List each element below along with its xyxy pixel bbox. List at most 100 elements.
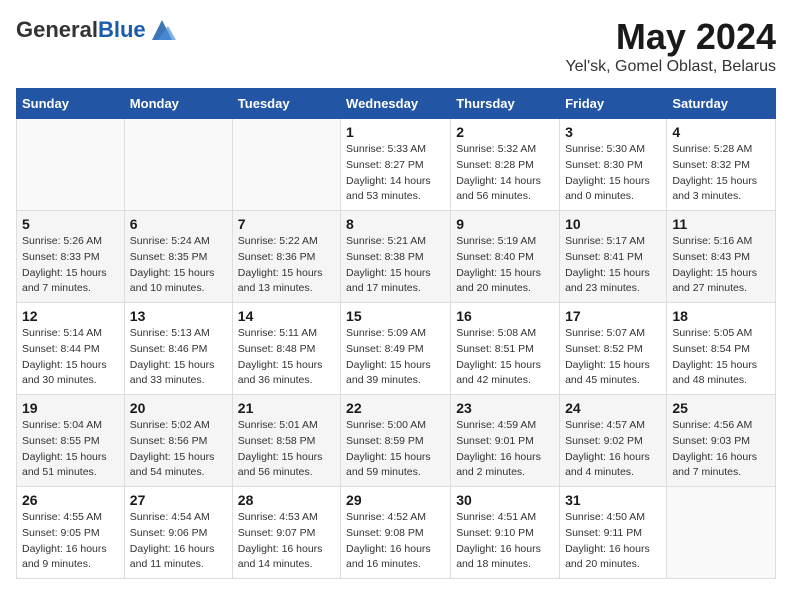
cell-date: 19 <box>22 400 119 416</box>
col-thursday: Thursday <box>451 89 560 119</box>
header-row: Sunday Monday Tuesday Wednesday Thursday… <box>17 89 776 119</box>
logo-blue: Blue <box>98 17 146 42</box>
cell-info: Sunrise: 5:00 AMSunset: 8:59 PMDaylight:… <box>346 418 445 481</box>
cell-date: 18 <box>672 308 770 324</box>
cell-info: Sunrise: 4:52 AMSunset: 9:08 PMDaylight:… <box>346 510 445 573</box>
cell-date: 29 <box>346 492 445 508</box>
calendar-cell: 26 Sunrise: 4:55 AMSunset: 9:05 PMDayligh… <box>17 487 125 579</box>
logo-icon <box>148 16 176 44</box>
calendar-cell: 9Sunrise: 5:19 AMSunset: 8:40 PMDaylight… <box>451 211 560 303</box>
cell-date: 5 <box>22 216 119 232</box>
calendar-cell: 29 Sunrise: 4:52 AMSunset: 9:08 PMDayligh… <box>341 487 451 579</box>
cell-info: Sunrise: 5:26 AMSunset: 8:33 PMDaylight:… <box>22 234 119 297</box>
cell-info: Sunrise: 5:19 AMSunset: 8:40 PMDaylight:… <box>456 234 554 297</box>
calendar-cell: 10 Sunrise: 5:17 AMSunset: 8:41 PMDayligh… <box>560 211 667 303</box>
cell-date: 6 <box>130 216 227 232</box>
calendar-cell: 1Sunrise: 5:33 AMSunset: 8:27 PMDaylight… <box>341 119 451 211</box>
cell-info: Sunrise: 4:55 AMSunset: 9:05 PMDaylight:… <box>22 510 119 573</box>
cell-info: Sunrise: 5:28 AMSunset: 8:32 PMDaylight:… <box>672 142 770 205</box>
calendar-cell: 22 Sunrise: 5:00 AMSunset: 8:59 PMDayligh… <box>341 395 451 487</box>
col-sunday: Sunday <box>17 89 125 119</box>
cell-date: 23 <box>456 400 554 416</box>
cell-date: 31 <box>565 492 661 508</box>
calendar-cell: 13Sunrise: 5:13 AMSunset: 8:46 PMDayligh… <box>124 303 232 395</box>
calendar-cell: 30 Sunrise: 4:51 AMSunset: 9:10 PMDayligh… <box>451 487 560 579</box>
logo-general: General <box>16 17 98 42</box>
cell-info: Sunrise: 5:02 AMSunset: 8:56 PMDaylight:… <box>130 418 227 481</box>
cell-info: Sunrise: 5:16 AMSunset: 8:43 PMDaylight:… <box>672 234 770 297</box>
cell-date: 17 <box>565 308 661 324</box>
page-header: GeneralBlue May 2024 Yel'sk, Gomel Oblas… <box>16 16 776 76</box>
cell-date: 24 <box>565 400 661 416</box>
calendar-cell: 12 Sunrise: 5:14 AMSunset: 8:44 PMDayligh… <box>17 303 125 395</box>
cell-info: Sunrise: 4:57 AMSunset: 9:02 PMDaylight:… <box>565 418 661 481</box>
cell-info: Sunrise: 4:54 AMSunset: 9:06 PMDaylight:… <box>130 510 227 573</box>
calendar-cell: 23Sunrise: 4:59 AMSunset: 9:01 PMDayligh… <box>451 395 560 487</box>
calendar-header: Sunday Monday Tuesday Wednesday Thursday… <box>17 89 776 119</box>
cell-date: 3 <box>565 124 661 140</box>
cell-info: Sunrise: 4:51 AMSunset: 9:10 PMDaylight:… <box>456 510 554 573</box>
cell-date: 20 <box>130 400 227 416</box>
calendar-cell: 27 Sunrise: 4:54 AMSunset: 9:06 PMDayligh… <box>124 487 232 579</box>
cell-date: 10 <box>565 216 661 232</box>
cell-date: 13 <box>130 308 227 324</box>
cell-date: 30 <box>456 492 554 508</box>
cell-info: Sunrise: 5:08 AMSunset: 8:51 PMDaylight:… <box>456 326 554 389</box>
col-friday: Friday <box>560 89 667 119</box>
col-tuesday: Tuesday <box>232 89 340 119</box>
cell-info: Sunrise: 5:17 AMSunset: 8:41 PMDaylight:… <box>565 234 661 297</box>
calendar-cell <box>124 119 232 211</box>
cell-date: 26 <box>22 492 119 508</box>
cell-date: 25 <box>672 400 770 416</box>
cell-date: 15 <box>346 308 445 324</box>
cell-date: 2 <box>456 124 554 140</box>
col-wednesday: Wednesday <box>341 89 451 119</box>
col-monday: Monday <box>124 89 232 119</box>
cell-info: Sunrise: 5:11 AMSunset: 8:48 PMDaylight:… <box>238 326 335 389</box>
cell-info: Sunrise: 5:22 AMSunset: 8:36 PMDaylight:… <box>238 234 335 297</box>
calendar-cell: 8Sunrise: 5:21 AMSunset: 8:38 PMDaylight… <box>341 211 451 303</box>
cell-date: 28 <box>238 492 335 508</box>
cell-info: Sunrise: 5:09 AMSunset: 8:49 PMDaylight:… <box>346 326 445 389</box>
calendar-cell: 7 Sunrise: 5:22 AMSunset: 8:36 PMDaylight… <box>232 211 340 303</box>
calendar-cell: 5 Sunrise: 5:26 AMSunset: 8:33 PMDaylight… <box>17 211 125 303</box>
calendar-cell: 14 Sunrise: 5:11 AMSunset: 8:48 PMDayligh… <box>232 303 340 395</box>
subtitle: Yel'sk, Gomel Oblast, Belarus <box>565 58 776 76</box>
calendar-cell: 20 Sunrise: 5:02 AMSunset: 8:56 PMDayligh… <box>124 395 232 487</box>
calendar-cell: 17Sunrise: 5:07 AMSunset: 8:52 PMDayligh… <box>560 303 667 395</box>
cell-info: Sunrise: 5:24 AMSunset: 8:35 PMDaylight:… <box>130 234 227 297</box>
cell-info: Sunrise: 5:05 AMSunset: 8:54 PMDaylight:… <box>672 326 770 389</box>
calendar-week-3: 19Sunrise: 5:04 AMSunset: 8:55 PMDayligh… <box>17 395 776 487</box>
cell-info: Sunrise: 5:30 AMSunset: 8:30 PMDaylight:… <box>565 142 661 205</box>
cell-date: 8 <box>346 216 445 232</box>
cell-date: 1 <box>346 124 445 140</box>
title-block: May 2024 Yel'sk, Gomel Oblast, Belarus <box>565 16 776 76</box>
cell-info: Sunrise: 5:14 AMSunset: 8:44 PMDaylight:… <box>22 326 119 389</box>
calendar-cell: 25 Sunrise: 4:56 AMSunset: 9:03 PMDayligh… <box>667 395 776 487</box>
cell-date: 7 <box>238 216 335 232</box>
cell-date: 21 <box>238 400 335 416</box>
calendar-cell: 16 Sunrise: 5:08 AMSunset: 8:51 PMDayligh… <box>451 303 560 395</box>
calendar-cell: 11Sunrise: 5:16 AMSunset: 8:43 PMDayligh… <box>667 211 776 303</box>
calendar-cell: 6 Sunrise: 5:24 AMSunset: 8:35 PMDaylight… <box>124 211 232 303</box>
calendar-cell: 18 Sunrise: 5:05 AMSunset: 8:54 PMDayligh… <box>667 303 776 395</box>
cell-date: 16 <box>456 308 554 324</box>
cell-date: 4 <box>672 124 770 140</box>
calendar-cell: 19Sunrise: 5:04 AMSunset: 8:55 PMDayligh… <box>17 395 125 487</box>
calendar-cell: 4 Sunrise: 5:28 AMSunset: 8:32 PMDaylight… <box>667 119 776 211</box>
calendar-cell: 21 Sunrise: 5:01 AMSunset: 8:58 PMDayligh… <box>232 395 340 487</box>
calendar-cell <box>667 487 776 579</box>
cell-date: 14 <box>238 308 335 324</box>
cell-date: 22 <box>346 400 445 416</box>
calendar-cell <box>232 119 340 211</box>
calendar-cell: 28Sunrise: 4:53 AMSunset: 9:07 PMDayligh… <box>232 487 340 579</box>
cell-info: Sunrise: 4:50 AMSunset: 9:11 PMDaylight:… <box>565 510 661 573</box>
cell-date: 27 <box>130 492 227 508</box>
calendar-week-4: 26 Sunrise: 4:55 AMSunset: 9:05 PMDayligh… <box>17 487 776 579</box>
calendar-table: Sunday Monday Tuesday Wednesday Thursday… <box>16 88 776 579</box>
cell-info: Sunrise: 4:56 AMSunset: 9:03 PMDaylight:… <box>672 418 770 481</box>
cell-date: 12 <box>22 308 119 324</box>
calendar-body: 1Sunrise: 5:33 AMSunset: 8:27 PMDaylight… <box>17 119 776 579</box>
col-saturday: Saturday <box>667 89 776 119</box>
cell-info: Sunrise: 5:01 AMSunset: 8:58 PMDaylight:… <box>238 418 335 481</box>
